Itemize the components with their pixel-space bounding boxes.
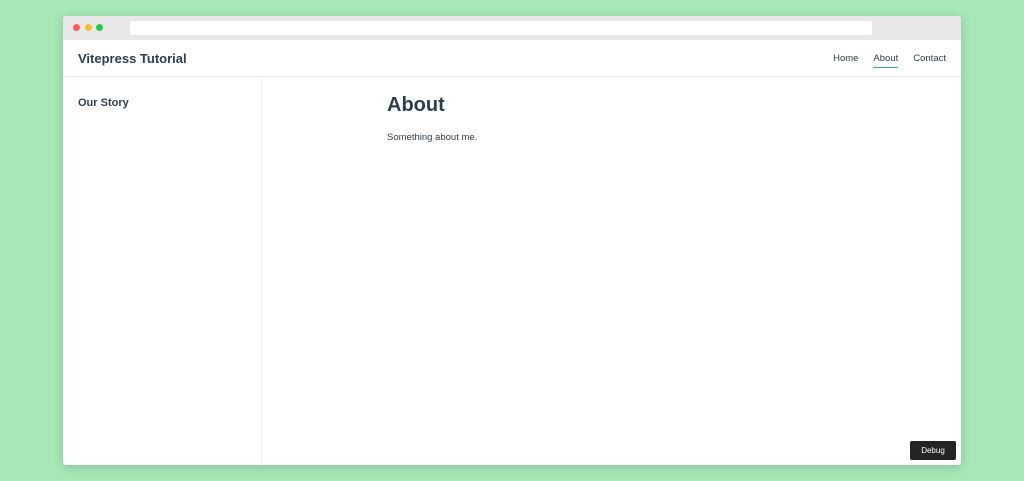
site-title-link[interactable]: Vitepress Tutorial [78, 51, 187, 66]
maximize-window-icon[interactable] [96, 24, 103, 31]
close-window-icon[interactable] [73, 24, 80, 31]
nav-links: Home About Contact [833, 40, 946, 77]
browser-window: Vitepress Tutorial Home About Contact Ou… [63, 16, 961, 465]
minimize-window-icon[interactable] [85, 24, 92, 31]
address-bar[interactable] [130, 21, 872, 35]
page-title: About [387, 94, 445, 116]
sidebar: Our Story [63, 77, 262, 465]
site-navbar: Vitepress Tutorial Home About Contact [63, 40, 961, 77]
nav-link-about[interactable]: About [873, 50, 899, 68]
debug-button[interactable]: Debug [910, 441, 956, 460]
page-text: Something about me. [387, 132, 478, 143]
nav-link-home[interactable]: Home [833, 50, 858, 68]
nav-link-contact[interactable]: Contact [913, 50, 946, 68]
browser-chrome [63, 16, 961, 40]
sidebar-heading-our-story[interactable]: Our Story [78, 97, 129, 109]
